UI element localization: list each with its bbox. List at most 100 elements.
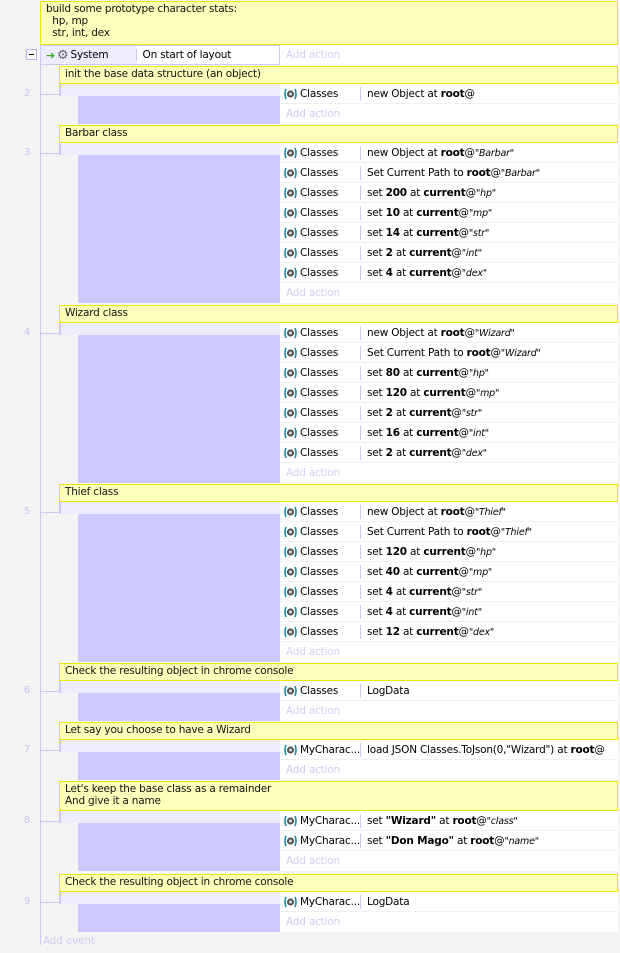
action-text: new Object at root@"Thief" — [367, 505, 506, 518]
action-text: set 4 at current@"int" — [367, 605, 482, 618]
subevent-condition-strip[interactable] — [59, 811, 280, 823]
action-object: Classes — [280, 544, 361, 559]
action-row[interactable]: Classes set 120 at current@"hp" — [280, 542, 618, 562]
action-row[interactable]: Classes new Object at root@"Barbar" — [280, 143, 618, 163]
comment[interactable]: Check the resulting object in chrome con… — [59, 874, 618, 892]
top-comment[interactable]: build some prototype character stats: hp… — [40, 1, 618, 45]
comment[interactable]: Thief class — [59, 484, 618, 502]
action-object: Classes — [280, 385, 361, 400]
add-action-link[interactable]: Add action — [280, 642, 340, 662]
trigger-arrow-icon: ➔ — [46, 48, 56, 62]
subevent-condition-strip[interactable] — [59, 740, 280, 752]
action-text: Set Current Path to root@"Wizard" — [367, 346, 541, 359]
action-row[interactable]: MyCharac... set "Don Mago" at root@"name" — [280, 831, 618, 851]
action-row[interactable]: Classes set 4 at current@"str" — [280, 582, 618, 602]
action-row[interactable]: Classes set 40 at current@"mp" — [280, 562, 618, 582]
action-object: Classes — [280, 683, 361, 698]
action-object: MyCharac... — [280, 742, 361, 757]
subevent-condition-strip[interactable] — [59, 892, 280, 904]
plugin-icon — [284, 267, 297, 279]
action-object: Classes — [280, 325, 361, 340]
action-row[interactable]: Classes set 200 at current@"hp" — [280, 183, 618, 203]
action-text: set "Don Mago" at root@"name" — [367, 834, 539, 847]
add-action-link[interactable]: Add action — [280, 283, 340, 303]
action-row[interactable]: Classes Set Current Path to root@"Wizard" — [280, 343, 618, 363]
action-row[interactable]: Classes set 2 at current@"dex" — [280, 443, 618, 463]
action-row[interactable]: MyCharac... load JSON Classes.ToJson(0,"W… — [280, 740, 618, 760]
subevent-condition-block[interactable] — [78, 96, 280, 124]
subevent-condition-strip[interactable] — [59, 143, 280, 155]
comment[interactable]: Let say you choose to have a Wizard — [59, 722, 618, 740]
action-row[interactable]: Classes Set Current Path to root@"Thief" — [280, 522, 618, 542]
subevent-condition-block[interactable] — [78, 693, 280, 721]
subevent-condition-strip[interactable] — [59, 323, 280, 335]
action-text: set 120 at current@"mp" — [367, 386, 500, 399]
add-action-link[interactable]: Add action — [280, 912, 340, 932]
subevent-condition-block[interactable] — [78, 752, 280, 780]
action-list: MyCharac... load JSON Classes.ToJson(0,"W… — [280, 740, 618, 780]
add-action-link[interactable]: Add action — [280, 45, 340, 65]
action-object-name: Classes — [300, 684, 339, 697]
subevent-condition-strip[interactable] — [59, 502, 280, 514]
comment[interactable]: Check the resulting object in chrome con… — [59, 663, 618, 681]
action-row[interactable]: Classes set 2 at current@"int" — [280, 243, 618, 263]
action-row[interactable]: Classes set 16 at current@"int" — [280, 423, 618, 443]
action-text: new Object at root@ — [367, 87, 475, 100]
plugin-icon — [284, 347, 297, 359]
subevent-condition-block[interactable] — [78, 514, 280, 662]
action-row[interactable]: Classes new Object at root@"Thief" — [280, 502, 618, 522]
action-list: Classes new Object at root@"Barbar" Classe… — [280, 143, 618, 303]
plugin-icon — [284, 207, 297, 219]
action-row[interactable]: Classes Set Current Path to root@"Barbar" — [280, 163, 618, 183]
action-text: new Object at root@"Wizard" — [367, 326, 515, 339]
subevent-condition-block[interactable] — [78, 335, 280, 483]
subevent-condition-strip[interactable] — [59, 681, 280, 693]
plugin-icon — [284, 566, 297, 578]
subevent-condition-strip[interactable] — [59, 84, 280, 96]
action-row[interactable]: Classes LogData — [280, 681, 618, 701]
action-object: Classes — [280, 524, 361, 539]
action-row[interactable]: MyCharac... LogData — [280, 892, 618, 912]
action-row[interactable]: Classes set 80 at current@"hp" — [280, 363, 618, 383]
collapse-toggle[interactable] — [26, 49, 37, 60]
subevent-condition-block[interactable] — [78, 904, 280, 932]
event-condition-row[interactable]: ➔ ⚙ System On start of layout — [40, 45, 280, 65]
comment[interactable]: Wizard class — [59, 305, 618, 323]
action-object: Classes — [280, 405, 361, 420]
action-row[interactable]: Classes set 12 at current@"dex" — [280, 622, 618, 642]
action-row[interactable]: MyCharac... set "Wizard" at root@"class" — [280, 811, 618, 831]
action-row[interactable]: Classes set 120 at current@"mp" — [280, 383, 618, 403]
add-action-link[interactable]: Add action — [280, 701, 340, 721]
action-row[interactable]: Classes set 2 at current@"str" — [280, 403, 618, 423]
add-action-link[interactable]: Add action — [280, 851, 340, 871]
action-text: set "Wizard" at root@"class" — [367, 814, 518, 827]
action-text: set 4 at current@"dex" — [367, 266, 487, 279]
action-object-name: Classes — [300, 505, 339, 518]
action-text: set 4 at current@"str" — [367, 585, 483, 598]
action-object-name: Classes — [300, 166, 339, 179]
comment[interactable]: Let's keep the base class as a remainder… — [59, 781, 618, 811]
comment[interactable]: init the base data structure (an object) — [59, 66, 618, 84]
plugin-icon — [284, 167, 297, 179]
action-object-name: Classes — [300, 346, 339, 359]
plugin-icon — [284, 685, 297, 697]
action-object: MyCharac... — [280, 894, 361, 909]
add-action-link[interactable]: Add action — [280, 463, 340, 483]
line-number: 6 — [23, 685, 30, 696]
action-row[interactable]: Classes set 14 at current@"str" — [280, 223, 618, 243]
add-action-link[interactable]: Add action — [280, 104, 340, 124]
plugin-icon — [284, 327, 297, 339]
subevent-condition-block[interactable] — [78, 155, 280, 303]
comment[interactable]: Barbar class — [59, 125, 618, 143]
action-row[interactable]: Classes set 4 at current@"dex" — [280, 263, 618, 283]
action-row[interactable]: Classes new Object at root@"Wizard" — [280, 323, 618, 343]
add-action-link[interactable]: Add action — [280, 760, 340, 780]
action-list: Classes new Object at root@ Add action — [280, 84, 618, 124]
add-event-link[interactable]: Add event — [43, 935, 95, 947]
action-row[interactable]: Classes set 4 at current@"int" — [280, 602, 618, 622]
subevent-condition-block[interactable] — [78, 823, 280, 871]
action-object-name: Classes — [300, 426, 339, 439]
action-row[interactable]: Classes new Object at root@ — [280, 84, 618, 104]
action-row[interactable]: Classes set 10 at current@"mp" — [280, 203, 618, 223]
plugin-icon — [284, 815, 297, 827]
